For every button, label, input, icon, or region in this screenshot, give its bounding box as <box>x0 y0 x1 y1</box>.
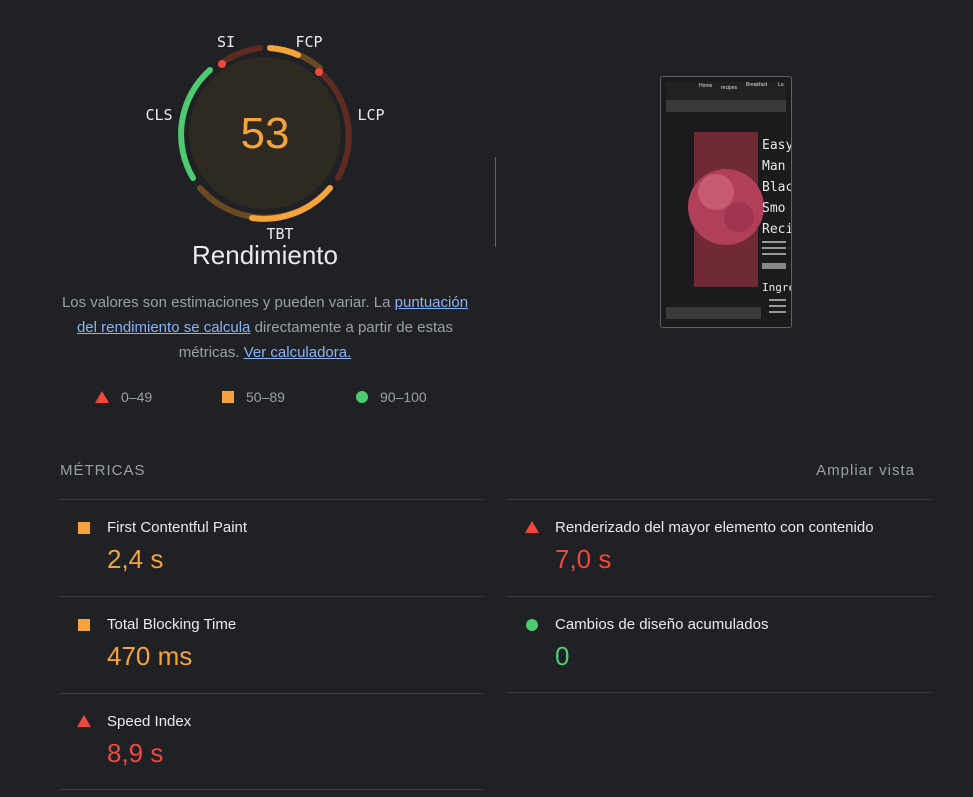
si-label: SI <box>217 33 235 51</box>
thumb-ingredients: Ingre <box>762 281 791 294</box>
performance-gauge: 53 SI FCP LCP TBT CLS <box>130 28 400 248</box>
metric-lcp-value: 7,0 s <box>555 544 612 574</box>
metrics-header: MÉTRICAS Ampliar vista <box>60 462 915 482</box>
metric-lcp: Renderizado del mayor elemento con conte… <box>508 499 931 596</box>
pass-circle-icon <box>526 619 538 631</box>
vertical-divider <box>495 157 496 247</box>
legend-average: 50–89 <box>222 387 285 407</box>
thumb-heading-1: Easy <box>762 138 791 153</box>
metric-si-value: 8,9 s <box>107 738 164 768</box>
metric-cls: Cambios de diseño acumulados 0 <box>508 596 931 693</box>
metrics-divider <box>508 692 931 693</box>
thumb-heading-3: Black <box>762 180 791 195</box>
average-square-icon <box>78 522 90 534</box>
lcp-label: LCP <box>357 106 384 124</box>
metrics-divider <box>60 789 483 790</box>
thumb-heading-5: Reci <box>762 222 791 237</box>
metric-lcp-name: Renderizado del mayor elemento con conte… <box>555 519 874 536</box>
legend-pass-label: 90–100 <box>380 389 427 405</box>
fail-triangle-icon <box>525 521 539 533</box>
thumb-nav-lunch: Lu <box>778 82 784 88</box>
final-screenshot-thumbnail[interactable]: Home recipes Breakfast Lu Easy Man Black… <box>660 76 792 328</box>
legend-fail-label: 0–49 <box>121 389 153 405</box>
average-square-icon <box>78 619 90 631</box>
legend-fail: 0–49 <box>95 387 152 407</box>
average-square-icon <box>222 391 234 403</box>
metrics-title: MÉTRICAS <box>60 462 146 479</box>
metric-cls-value: 0 <box>555 641 570 671</box>
si-arc-marker <box>218 60 226 68</box>
thumb-nav-recipes: recipes <box>721 85 738 91</box>
thumbnail-image: Home recipes Breakfast Lu Easy Man Black… <box>661 77 791 327</box>
metric-tbt-value: 470 ms <box>107 641 193 671</box>
gauge-title: Rendimiento <box>192 240 338 270</box>
fcp-label: FCP <box>295 33 322 51</box>
metric-si: Speed Index 8,9 s <box>60 693 483 790</box>
expand-view-button[interactable]: Ampliar vista <box>816 462 915 479</box>
lcp-arc-marker <box>315 68 323 76</box>
legend-average-label: 50–89 <box>246 389 285 405</box>
metric-cls-name: Cambios de diseño acumulados <box>555 616 769 633</box>
metric-tbt: Total Blocking Time 470 ms <box>60 596 483 693</box>
metric-si-name: Speed Index <box>107 713 192 730</box>
legend-pass: 90–100 <box>356 387 427 407</box>
pass-circle-icon <box>356 391 368 403</box>
cls-label: CLS <box>145 106 172 124</box>
metric-fcp: First Contentful Paint 2,4 s <box>60 499 483 596</box>
thumb-nav-home: Home <box>699 83 713 89</box>
fail-triangle-icon <box>77 715 91 727</box>
fcp-arc <box>267 45 301 58</box>
description-text: Los valores son estimaciones y pueden va… <box>61 294 395 311</box>
score-value: 53 <box>241 109 290 158</box>
score-description: Los valores son estimaciones y pueden va… <box>55 290 475 365</box>
thumb-heading-4: Smo <box>762 201 785 216</box>
metric-fcp-name: First Contentful Paint <box>107 519 248 536</box>
metric-tbt-name: Total Blocking Time <box>107 616 237 633</box>
score-legend: 0–49 50–89 90–100 <box>0 387 530 407</box>
fail-triangle-icon <box>95 391 109 403</box>
metric-fcp-value: 2,4 s <box>107 544 164 574</box>
thumb-nav-breakfast: Breakfast <box>746 82 768 88</box>
thumb-heading-2: Man <box>762 159 785 174</box>
gauge-ring: 53 SI FCP LCP TBT CLS <box>145 33 384 243</box>
calculator-link[interactable]: Ver calculadora. <box>244 344 352 361</box>
